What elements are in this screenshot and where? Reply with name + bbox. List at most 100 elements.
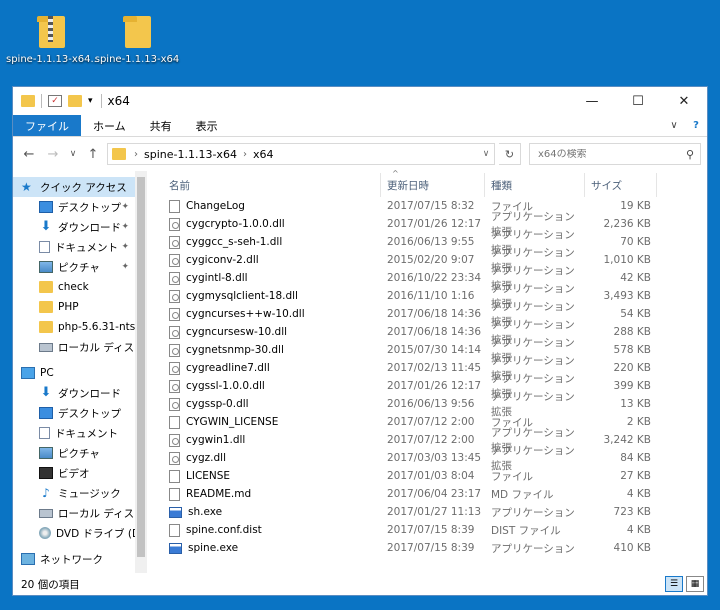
table-row[interactable]: cygiconv-2.dll 2015/02/20 9:07 アプリケーション拡張 1… — [163, 247, 707, 274]
nav-local-disk[interactable]: ローカル ディスク (C — [13, 337, 135, 357]
file-size: 2,236 KB — [603, 218, 652, 230]
nav-pc-dvd[interactable]: DVD ドライブ (D:) — [13, 523, 135, 543]
nav-downloads[interactable]: ⬇ ダウンロード ✦ — [13, 217, 135, 237]
tab-home[interactable]: ホーム — [81, 115, 138, 136]
file-date: 2017/07/12 2:00 — [387, 416, 475, 428]
file-name: cygcrypto-1.0.0.dll — [186, 218, 285, 230]
address-dropdown[interactable]: ∨ — [478, 149, 494, 159]
table-row[interactable]: cygintl-8.dll 2016/10/22 23:34 アプリケーション拡張 4… — [163, 265, 707, 292]
table-row[interactable]: cygssp-0.dll 2016/06/13 9:56 アプリケーション拡張 13 … — [163, 391, 707, 418]
tab-view[interactable]: 表示 — [184, 115, 230, 136]
forward-button[interactable]: → — [43, 143, 63, 165]
help-button[interactable]: ? — [685, 115, 707, 136]
table-row[interactable]: cygnetsnmp-30.dll 2015/07/30 14:14 アプリケーショ… — [163, 337, 707, 364]
nav-documents[interactable]: ドキュメント ✦ — [13, 237, 135, 257]
table-row[interactable]: cyggcc_s-seh-1.dll 2016/06/13 9:55 アプリケーショ… — [163, 229, 707, 256]
zip-folder-icon — [31, 10, 71, 50]
expand-ribbon-button[interactable]: ∨ — [663, 115, 685, 136]
dll-icon — [169, 325, 180, 339]
dll-icon — [169, 379, 180, 393]
back-button[interactable]: ← — [19, 143, 39, 165]
file-date: 2017/07/15 8:39 — [387, 542, 475, 554]
file-size: 1,010 KB — [603, 254, 652, 266]
title-bar[interactable]: ✓ ▾ x64 — ☐ ✕ — [13, 87, 707, 115]
tab-file[interactable]: ファイル — [13, 115, 81, 136]
file-name-cell: README.md — [163, 485, 381, 503]
maximize-button[interactable]: ☐ — [615, 87, 661, 115]
file-name-cell: CYGWIN_LICENSE — [163, 413, 381, 431]
table-row[interactable]: cygcrypto-1.0.0.dll 2017/01/26 12:17 アプリケー… — [163, 211, 707, 238]
table-row[interactable]: README.md 2017/06/04 23:17 MD ファイル 4 KB — [163, 485, 707, 503]
file-size: 723 KB — [613, 506, 651, 518]
up-button[interactable]: ↑ — [83, 143, 103, 165]
file-date: 2017/06/18 14:36 — [387, 308, 482, 320]
folder-icon — [39, 301, 53, 313]
table-row[interactable]: spine.exe 2017/07/15 8:39 アプリケーション 410 KB — [163, 539, 707, 557]
nav-scrollbar[interactable] — [135, 171, 147, 573]
details-view-button[interactable]: ☰ — [665, 576, 683, 592]
file-name: cygncursesw-10.dll — [186, 326, 288, 338]
table-row[interactable]: cygz.dll 2017/03/03 13:45 アプリケーション拡張 84 KB — [163, 445, 707, 472]
nav-pc-videos[interactable]: ビデオ — [13, 463, 135, 483]
large-icons-view-button[interactable]: ▦ — [686, 576, 704, 592]
table-row[interactable]: cygmysqlclient-18.dll 2016/11/10 1:16 アプリケ… — [163, 283, 707, 310]
table-row[interactable]: LICENSE 2017/01/03 8:04 ファイル 27 KB — [163, 467, 707, 485]
table-row[interactable]: cygncurses++w-10.dll 2017/06/18 14:36 アプリケ… — [163, 301, 707, 328]
nav-quick-access[interactable]: ★ クイック アクセス — [13, 177, 135, 197]
breadcrumb-spine[interactable]: spine-1.1.13-x64 — [144, 148, 237, 161]
minimize-button[interactable]: — — [569, 87, 615, 115]
nav-pc-music[interactable]: ♪ ミュージック — [13, 483, 135, 503]
nav-php[interactable]: PHP — [13, 297, 135, 317]
nav-pc-local-disk[interactable]: ローカル ディスク (C — [13, 503, 135, 523]
column-header-size[interactable]: サイズ — [585, 173, 657, 197]
file-date: 2017/06/18 14:36 — [387, 326, 482, 338]
recent-locations-button[interactable]: ∨ — [67, 143, 79, 165]
quick-access-toolbar-dropdown[interactable]: ▾ — [88, 96, 93, 106]
chevron-right-icon[interactable]: › — [243, 149, 247, 160]
nav-pictures[interactable]: ピクチャ ✦ — [13, 257, 135, 277]
column-header-name[interactable]: 名前 — [163, 173, 381, 197]
desktop-icon-spine-zip[interactable]: spine-1.1.13-x64... — [6, 10, 96, 65]
file-name-cell: cygwin1.dll — [163, 431, 381, 449]
file-date: 2016/06/13 9:56 — [387, 398, 475, 410]
nav-check[interactable]: check — [13, 277, 135, 297]
table-row[interactable]: CYGWIN_LICENSE 2017/07/12 2:00 ファイル 2 KB — [163, 413, 707, 431]
table-row[interactable]: cygssl-1.0.0.dll 2017/01/26 12:17 アプリケーション… — [163, 373, 707, 400]
table-row[interactable]: cygreadline7.dll 2017/02/13 11:45 アプリケーション… — [163, 355, 707, 382]
file-name: cygssl-1.0.0.dll — [186, 380, 265, 392]
search-icon[interactable]: ⚲ — [680, 148, 700, 161]
file-size: 3,493 KB — [603, 290, 652, 302]
nav-php-5631[interactable]: php-5.6.31-nts-V — [13, 317, 135, 337]
scrollbar-thumb[interactable] — [137, 177, 145, 557]
nav-desktop[interactable]: デスクトップ ✦ — [13, 197, 135, 217]
properties-icon[interactable]: ✓ — [48, 95, 62, 107]
address-bar[interactable]: › spine-1.1.13-x64 › x64 ∨ — [107, 143, 495, 165]
nav-pc-pictures[interactable]: ピクチャ — [13, 443, 135, 463]
table-row[interactable]: sh.exe 2017/01/27 11:13 アプリケーション 723 KB — [163, 503, 707, 521]
new-folder-icon[interactable] — [68, 95, 82, 107]
tab-share[interactable]: 共有 — [138, 115, 184, 136]
nav-pc-downloads[interactable]: ⬇ ダウンロード — [13, 383, 135, 403]
file-name-cell: cygiconv-2.dll — [163, 251, 381, 269]
file-name-cell: cyggcc_s-seh-1.dll — [163, 233, 381, 251]
nav-pc-desktop[interactable]: デスクトップ — [13, 403, 135, 423]
refresh-button[interactable]: ↻ — [499, 143, 521, 165]
breadcrumb-x64[interactable]: x64 — [253, 148, 274, 161]
chevron-right-icon[interactable]: › — [134, 149, 138, 160]
nav-network[interactable]: ネットワーク — [13, 549, 135, 569]
column-header-type[interactable]: 種類 — [485, 173, 585, 197]
disk-icon — [39, 508, 53, 518]
table-row[interactable]: ChangeLog 2017/07/15 8:32 ファイル 19 KB — [163, 197, 707, 215]
desktop-icon-spine-folder[interactable]: spine-1.1.13-x64 — [92, 10, 182, 65]
table-row[interactable]: spine.conf.dist 2017/07/15 8:39 DIST ファイル 4… — [163, 521, 707, 539]
table-row[interactable]: cygncursesw-10.dll 2017/06/18 14:36 アプリケーシ… — [163, 319, 707, 346]
file-date: 2015/02/20 9:07 — [387, 254, 475, 266]
search-input[interactable] — [538, 148, 680, 160]
nav-pc[interactable]: PC — [13, 363, 135, 383]
file-name-cell: cygncurses++w-10.dll — [163, 305, 381, 323]
nav-pc-documents[interactable]: ドキュメント — [13, 423, 135, 443]
file-name: cygreadline7.dll — [186, 362, 270, 374]
close-button[interactable]: ✕ — [661, 87, 707, 115]
file-name: spine.exe — [188, 542, 239, 554]
table-row[interactable]: cygwin1.dll 2017/07/12 2:00 アプリケーション拡張 3,24… — [163, 427, 707, 454]
